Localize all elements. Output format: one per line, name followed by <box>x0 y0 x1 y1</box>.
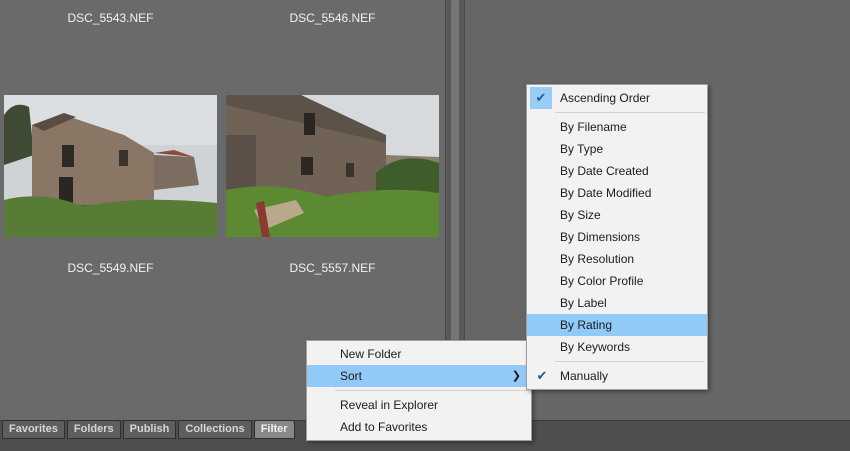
menu-item-label: By Date Modified <box>560 186 652 200</box>
menu-item-by-keywords[interactable]: By Keywords <box>527 336 707 358</box>
context-menu: New Folder Sort ❯ Reveal in Explorer Add … <box>306 340 532 441</box>
chevron-right-icon: ❯ <box>511 370 521 382</box>
menu-item-label: By Date Created <box>560 164 649 178</box>
menu-item-new-folder[interactable]: New Folder <box>307 343 531 365</box>
menu-item-label: By Type <box>560 142 604 156</box>
menu-item-label: Sort <box>340 369 363 383</box>
checkmark-icon: ✔ <box>536 368 548 383</box>
thumbnail-caption: DSC_5543.NEF <box>67 11 154 25</box>
panel-tabs: Favorites Folders Publish Collections Fi… <box>2 420 295 439</box>
menu-item-label: Manually <box>560 369 609 383</box>
menu-item-label: By Filename <box>560 120 627 134</box>
menu-item-by-rating[interactable]: By Rating <box>527 314 707 336</box>
menu-item-label: By Dimensions <box>560 230 641 244</box>
menu-item-label: By Rating <box>560 318 613 332</box>
menu-item-label: By Color Profile <box>560 274 644 288</box>
menu-item-by-resolution[interactable]: By Resolution <box>527 248 707 270</box>
tab-filter[interactable]: Filter <box>253 420 295 439</box>
tab-collections[interactable]: Collections <box>178 420 252 439</box>
menu-item-label: Ascending Order <box>560 91 651 105</box>
thumbnail-caption: DSC_5549.NEF <box>67 261 154 275</box>
thumbnail-caption: DSC_5557.NEF <box>289 261 376 275</box>
menu-item-label: By Size <box>560 208 601 222</box>
menu-separator <box>555 361 705 362</box>
menu-item-by-label[interactable]: By Label <box>527 292 707 314</box>
tab-favorites[interactable]: Favorites <box>2 420 65 439</box>
menu-item-label: By Keywords <box>560 340 631 354</box>
menu-separator <box>335 390 529 391</box>
thumbnail-caption: DSC_5546.NEF <box>289 11 376 25</box>
menu-item-add-to-favorites[interactable]: Add to Favorites <box>307 416 531 438</box>
thumbnail-image[interactable] <box>226 95 439 237</box>
menu-item-by-color-profile[interactable]: By Color Profile <box>527 270 707 292</box>
menu-item-reveal-in-explorer[interactable]: Reveal in Explorer <box>307 394 531 416</box>
sort-submenu: ✔ Ascending Order By Filename By Type By … <box>526 84 708 390</box>
menu-separator <box>555 112 705 113</box>
menu-item-by-date-modified[interactable]: By Date Modified <box>527 182 707 204</box>
tab-folders[interactable]: Folders <box>66 420 121 439</box>
tab-publish[interactable]: Publish <box>122 420 177 439</box>
menu-item-label: By Resolution <box>560 252 635 266</box>
menu-item-by-filename[interactable]: By Filename <box>527 116 707 138</box>
menu-item-sort[interactable]: Sort ❯ <box>307 365 531 387</box>
menu-item-ascending-order[interactable]: ✔ Ascending Order <box>527 87 707 109</box>
menu-item-by-size[interactable]: By Size <box>527 204 707 226</box>
thumbnail-image[interactable] <box>4 95 217 237</box>
menu-item-by-dimensions[interactable]: By Dimensions <box>527 226 707 248</box>
checkmark-icon: ✔ <box>530 87 552 109</box>
menu-item-label: Add to Favorites <box>340 420 428 434</box>
menu-item-manually[interactable]: ✔ Manually <box>527 365 707 387</box>
menu-item-label: Reveal in Explorer <box>340 398 439 412</box>
menu-item-by-date-created[interactable]: By Date Created <box>527 160 707 182</box>
menu-item-by-type[interactable]: By Type <box>527 138 707 160</box>
menu-item-label: New Folder <box>340 347 402 361</box>
menu-item-label: By Label <box>560 296 607 310</box>
